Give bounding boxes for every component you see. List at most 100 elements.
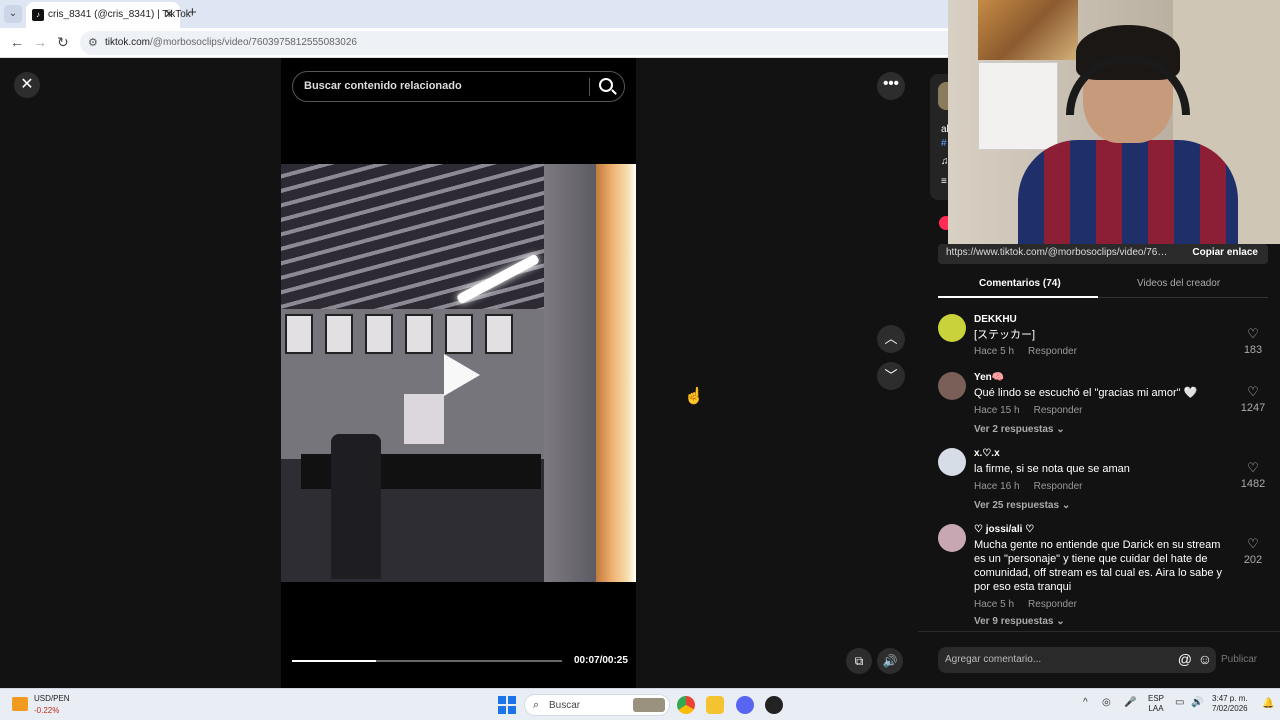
comment-text: Mucha gente no entiende que Darick en su… bbox=[974, 539, 1223, 593]
stock-name[interactable]: USD/PEN bbox=[34, 694, 70, 703]
wifi-icon[interactable]: ▭ bbox=[1175, 697, 1184, 708]
video-scene-chair bbox=[331, 434, 381, 579]
microphone-icon[interactable]: 🎤 bbox=[1124, 697, 1136, 708]
mouse-cursor-icon: ☝ bbox=[684, 388, 704, 405]
search-placeholder: Buscar contenido relacionado bbox=[304, 80, 462, 92]
browser-tab-tiktok[interactable]: ♪ cris_8341 (@cris_8341) | TikTok ✕ bbox=[26, 2, 191, 28]
back-button[interactable]: ← bbox=[10, 34, 24, 50]
close-viewer-button[interactable]: ✕ bbox=[14, 72, 40, 98]
comment-composer: Agregar comentario... @ ☺ Publicar bbox=[918, 631, 1280, 688]
tab-close-icon[interactable]: ✕ bbox=[164, 7, 174, 21]
discord-icon[interactable] bbox=[736, 696, 754, 714]
next-video-button[interactable]: ﹀ bbox=[877, 362, 905, 390]
comment-input[interactable]: Agregar comentario... @ ☺ bbox=[938, 647, 1216, 673]
emoji-icon[interactable]: ☺ bbox=[1198, 651, 1212, 667]
share-url: https://www.tiktok.com/@morbosoclips/vid… bbox=[946, 247, 1171, 258]
mention-icon[interactable]: @ bbox=[1178, 651, 1192, 667]
commenter-name[interactable]: DEKKHU bbox=[974, 314, 1017, 325]
comment-like[interactable]: ♡ 183 bbox=[1238, 326, 1268, 356]
video-progress-fill bbox=[292, 660, 376, 662]
search-divider bbox=[589, 78, 590, 96]
tray-chevron-icon[interactable]: ^ bbox=[1083, 697, 1088, 708]
tab-creator-videos[interactable]: Videos del creador bbox=[1137, 278, 1220, 289]
language-indicator[interactable]: ESP LAA bbox=[1148, 694, 1164, 714]
reply-button[interactable]: Responder bbox=[1034, 481, 1083, 492]
tab-comments[interactable]: Comentarios (74) bbox=[979, 278, 1061, 289]
stock-widget-icon[interactable] bbox=[12, 697, 28, 711]
heart-icon[interactable]: ♡ bbox=[1238, 460, 1268, 476]
video-time: 00:07/00:25 bbox=[574, 655, 628, 666]
video-column: Buscar contenido relacionado 00:07/00:25 bbox=[281, 58, 636, 688]
obs-icon[interactable] bbox=[765, 696, 783, 714]
taskbar-search[interactable]: ⌕ Buscar bbox=[524, 694, 670, 716]
comment-meta: Hace 5 h Responder bbox=[974, 599, 1077, 610]
comment-text: la firme, si se nota que se aman bbox=[974, 463, 1130, 475]
video-player[interactable] bbox=[281, 164, 636, 582]
reply-button[interactable]: Responder bbox=[1028, 346, 1077, 357]
share-link-bar: https://www.tiktok.com/@morbosoclips/vid… bbox=[938, 244, 1268, 264]
commenter-avatar[interactable] bbox=[938, 372, 966, 400]
reload-button[interactable]: ↻ bbox=[57, 34, 69, 51]
forward-button[interactable]: → bbox=[33, 34, 47, 50]
chrome-icon[interactable] bbox=[677, 696, 695, 714]
taskbar-search-text: Buscar bbox=[549, 700, 581, 711]
tiktok-favicon-icon: ♪ bbox=[32, 9, 44, 21]
speaker-icon[interactable]: 🔊 bbox=[1191, 697, 1203, 708]
commenter-avatar[interactable] bbox=[938, 448, 966, 476]
search-highlight-image bbox=[633, 698, 665, 712]
heart-icon[interactable]: ♡ bbox=[1238, 326, 1268, 342]
comment-text: [ステッカー] bbox=[974, 329, 1036, 341]
heart-icon[interactable]: ♡ bbox=[1238, 384, 1268, 400]
like-count: 1247 bbox=[1240, 402, 1266, 414]
floating-player-icon[interactable]: ⧉ bbox=[846, 648, 872, 674]
hashtag-fragment: # bbox=[941, 138, 947, 149]
notification-icon[interactable]: 🔔 bbox=[1262, 698, 1274, 709]
copy-link-button[interactable]: Copiar enlace bbox=[1192, 247, 1258, 258]
file-explorer-icon[interactable] bbox=[706, 696, 724, 714]
new-tab-button[interactable]: + bbox=[188, 4, 197, 21]
like-count: 1482 bbox=[1240, 478, 1266, 490]
comment-meta: Hace 5 h Responder bbox=[974, 346, 1077, 357]
webcam-person-shirt bbox=[1018, 140, 1238, 244]
comment-meta: Hace 16 h Responder bbox=[974, 481, 1083, 492]
windows-taskbar: USD/PEN -0.22% ⌕ Buscar ^ ◎ 🎤 ESP LAA ▭ 🔊… bbox=[0, 688, 1280, 720]
more-options-button[interactable]: ••• bbox=[877, 72, 905, 100]
like-count: 183 bbox=[1243, 344, 1263, 356]
tab-search-icon[interactable]: ⌄ bbox=[4, 5, 22, 23]
comment-placeholder: Agregar comentario... bbox=[945, 654, 1042, 665]
volume-icon[interactable]: 🔊 bbox=[877, 648, 903, 674]
comment-like[interactable]: ♡ 1482 bbox=[1238, 460, 1268, 490]
network-tray-icon[interactable]: ◎ bbox=[1102, 697, 1111, 708]
video-scene-photo bbox=[404, 394, 444, 444]
heart-icon[interactable]: ♡ bbox=[1238, 536, 1268, 552]
view-replies-button[interactable]: Ver 9 respuestas ⌄ bbox=[974, 616, 1065, 627]
comment-meta: Hace 15 h Responder bbox=[974, 405, 1083, 416]
commenter-name[interactable]: ♡ jossi/ali ♡ bbox=[974, 524, 1034, 535]
webcam-poster bbox=[978, 0, 1078, 60]
webcam-calendar bbox=[978, 62, 1058, 150]
previous-video-button[interactable]: ︿ bbox=[877, 325, 905, 353]
comment-like[interactable]: ♡ 1247 bbox=[1238, 384, 1268, 414]
play-icon[interactable] bbox=[444, 354, 480, 396]
video-progress-bar[interactable] bbox=[292, 660, 562, 662]
post-comment-button[interactable]: Publicar bbox=[1221, 654, 1257, 665]
comment-like[interactable]: ♡ 202 bbox=[1238, 536, 1268, 566]
commenter-avatar[interactable] bbox=[938, 314, 966, 342]
commenter-name[interactable]: x.♡.x bbox=[974, 448, 1000, 459]
reply-button[interactable]: Responder bbox=[1034, 405, 1083, 416]
video-scene-pillar bbox=[544, 164, 599, 582]
search-icon: ⌕ bbox=[533, 699, 540, 711]
clock[interactable]: 3:47 p. m. 7/02/2026 bbox=[1212, 694, 1248, 714]
view-replies-button[interactable]: Ver 2 respuestas ⌄ bbox=[974, 424, 1065, 435]
reply-button[interactable]: Responder bbox=[1028, 599, 1077, 610]
related-search-input[interactable]: Buscar contenido relacionado bbox=[292, 71, 625, 102]
commenter-name[interactable]: Yen🧠 bbox=[974, 372, 1004, 383]
view-replies-button[interactable]: Ver 25 respuestas ⌄ bbox=[974, 500, 1070, 511]
site-settings-icon[interactable]: ⚙ bbox=[88, 36, 98, 49]
video-scene-posters bbox=[285, 314, 540, 359]
active-tab-indicator bbox=[938, 296, 1098, 298]
commenter-avatar[interactable] bbox=[938, 524, 966, 552]
search-icon[interactable] bbox=[599, 78, 613, 92]
url-text: tiktok.com/@morbosoclips/video/760397581… bbox=[105, 37, 357, 48]
windows-start-icon[interactable] bbox=[498, 696, 516, 714]
